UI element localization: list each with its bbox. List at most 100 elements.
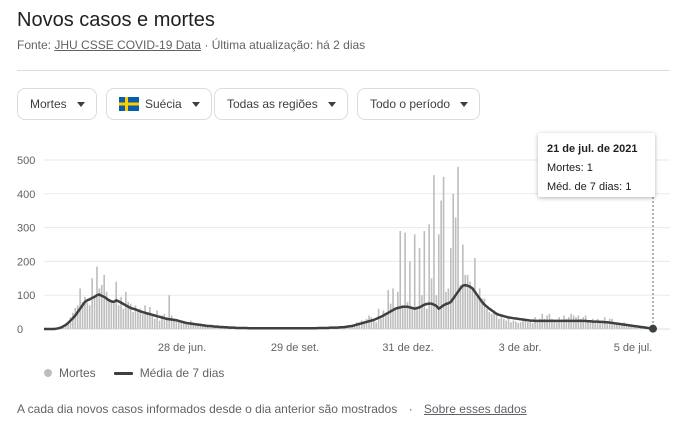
legend-line-label: Média de 7 dias [139, 366, 225, 380]
about-data-link[interactable]: Sobre esses dados [424, 402, 527, 416]
bar [177, 321, 180, 329]
bar [488, 312, 491, 329]
bar [74, 308, 77, 329]
bar [490, 313, 493, 329]
bar [599, 322, 601, 329]
bar [445, 291, 447, 329]
bar [132, 312, 134, 329]
bar [122, 308, 125, 329]
bar [459, 285, 462, 329]
bar [577, 315, 580, 329]
bar [457, 166, 459, 329]
bar [440, 200, 442, 329]
bar [370, 317, 373, 329]
legend-bars-label: Mortes [59, 366, 96, 380]
bar [380, 318, 382, 329]
bar [103, 274, 105, 329]
bar [93, 295, 96, 329]
bar [536, 322, 539, 329]
bar [96, 266, 98, 329]
bar [519, 322, 522, 329]
bar [72, 312, 74, 329]
y-tick-label: 0 [17, 324, 23, 336]
bar [471, 288, 474, 329]
bar [389, 303, 392, 329]
bar [158, 320, 161, 329]
bar [113, 303, 115, 329]
bar [117, 305, 120, 329]
footnote-text: A cada dia novos casos informados desde … [17, 402, 398, 416]
bar [435, 295, 438, 329]
bar [582, 317, 584, 329]
bar [151, 315, 154, 329]
tooltip-deaths: Mortes: 1 [547, 162, 593, 174]
bar [589, 322, 592, 329]
bar [466, 274, 469, 329]
bar [163, 313, 166, 329]
footnote-separator: · [408, 402, 413, 416]
bar [512, 320, 515, 329]
bar [86, 302, 89, 329]
bar [108, 298, 110, 329]
bar [476, 295, 479, 329]
bar [401, 305, 404, 329]
bar [608, 318, 611, 329]
bar [584, 315, 587, 329]
bar [409, 261, 411, 329]
bar [168, 295, 170, 329]
bar [180, 322, 183, 329]
bar [387, 290, 390, 329]
bar [522, 320, 524, 329]
bar [502, 318, 505, 329]
footnote: A cada dia novos casos informados desde … [17, 402, 527, 416]
bar [546, 315, 548, 329]
bar [447, 288, 450, 329]
x-tick-label: 29 de set. [271, 342, 319, 354]
tooltip-average: Méd. de 7 dias: 1 [547, 181, 632, 193]
bar [416, 308, 418, 329]
bar [531, 322, 534, 329]
bar [527, 322, 529, 329]
x-tick-label: 31 de dez. [382, 342, 433, 354]
bar [555, 322, 558, 329]
bar [141, 313, 144, 329]
bar [534, 317, 536, 329]
bar [411, 308, 414, 329]
bar [88, 305, 91, 329]
bar [404, 232, 406, 329]
bar [418, 247, 421, 329]
bar [478, 288, 481, 329]
tooltip-date: 21 de jul. de 2021 [547, 143, 638, 155]
chart-legend: Mortes Média de 7 dias [44, 366, 224, 380]
bar [450, 247, 452, 329]
bar [382, 310, 385, 329]
x-tick-label: 5 de jul. [614, 342, 653, 354]
bar [375, 322, 377, 329]
bar [500, 317, 503, 329]
bar [144, 305, 146, 329]
x-tick-label: 3 de abr. [499, 342, 542, 354]
bar [197, 325, 199, 329]
bar [360, 320, 363, 329]
bar [423, 230, 426, 329]
bar [76, 305, 79, 329]
bar [517, 322, 520, 329]
bar [464, 274, 467, 329]
bar [365, 318, 368, 329]
bar [567, 317, 570, 329]
chart-tooltip: 21 de jul. de 2021 Mortes: 1 Méd. de 7 d… [538, 133, 655, 197]
bar [399, 230, 402, 329]
bar [486, 308, 488, 329]
y-tick-label: 100 [17, 290, 35, 302]
x-tick-label: 28 de jun. [158, 342, 206, 354]
bar [397, 291, 399, 329]
bar [170, 315, 173, 329]
bar [505, 320, 507, 329]
bar [372, 320, 375, 329]
bar [507, 318, 510, 329]
legend-line-swatch [113, 371, 133, 375]
bar [153, 318, 156, 329]
y-tick-label: 200 [17, 256, 35, 268]
bar [425, 308, 428, 329]
y-tick-label: 400 [17, 189, 35, 201]
